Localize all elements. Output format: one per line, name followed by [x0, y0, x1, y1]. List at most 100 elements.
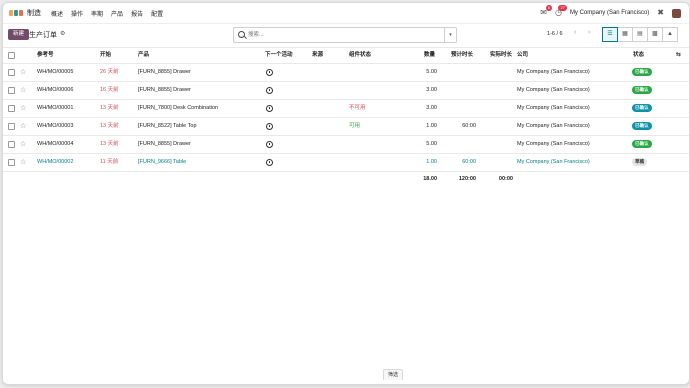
row-product: [FURN_8855] Drawer: [138, 87, 191, 93]
search-dropdown-toggle-icon[interactable]: ▾: [444, 28, 456, 42]
graph-view-icon[interactable]: ▲: [662, 27, 678, 42]
app-switcher[interactable]: 制造: [9, 8, 51, 18]
pager-next-icon[interactable]: ›: [588, 29, 590, 36]
app-name[interactable]: 制造: [27, 8, 41, 18]
company-switcher[interactable]: My Company (San Francisco): [570, 10, 649, 16]
row-quantity: 5.00: [426, 69, 437, 75]
star-icon[interactable]: ☆: [20, 154, 26, 171]
status-badge: 已确认: [632, 140, 652, 148]
table-row[interactable]: ☆ WH/MO/00004 13 天前 [FURN_8855] Drawer 5…: [3, 136, 689, 154]
search-icon: [238, 31, 245, 38]
row-reference: WH/MO/00004: [37, 141, 74, 147]
row-start: 16 天前: [100, 87, 119, 93]
row-checkbox[interactable]: [8, 87, 15, 94]
row-quantity: 1.00: [426, 159, 437, 165]
table-row[interactable]: ☆ WH/MO/00001 13 天前 [FURN_7800] Desk Com…: [3, 100, 689, 118]
new-button[interactable]: 新建: [8, 29, 30, 40]
select-all-checkbox[interactable]: [8, 52, 15, 59]
row-company: My Company (San Francisco): [517, 105, 590, 111]
row-start: 13 天前: [100, 123, 119, 129]
col-start[interactable]: 开始: [100, 48, 111, 63]
row-component-status: 不可用: [349, 105, 366, 111]
messages-badge: 6: [545, 5, 552, 11]
star-icon[interactable]: ☆: [20, 64, 26, 81]
col-source[interactable]: 来源: [312, 48, 323, 63]
pivot-view-icon[interactable]: ▩: [647, 27, 663, 42]
col-expected-duration[interactable]: 预计时长: [451, 48, 473, 63]
star-icon[interactable]: ☆: [20, 100, 26, 117]
row-expected-duration: 60:00: [462, 159, 476, 165]
table-row[interactable]: ☆ WH/MO/00003 13 天前 [FURN_8522] Table To…: [3, 118, 689, 136]
menu-configuration[interactable]: 配置: [151, 9, 163, 18]
filter-tab[interactable]: 筛选: [383, 369, 404, 380]
menu-reporting[interactable]: 报告: [131, 9, 143, 18]
col-product[interactable]: 产品: [138, 48, 149, 63]
status-badge: 已确认: [632, 104, 652, 112]
table-header: 参考号 开始 产品 下一个活动 来源 组件状态 数量 预计时长 实际时长 公司 …: [3, 47, 689, 64]
col-component-status[interactable]: 组件状态: [349, 48, 371, 63]
messages-icon[interactable]: ✉ 6: [540, 5, 552, 17]
menu-planning[interactable]: 率期: [91, 9, 103, 18]
table-row[interactable]: ☆ WH/MO/00002 11 天前 [FURN_9666] Table 1.…: [3, 154, 689, 172]
search-input[interactable]: [248, 30, 438, 39]
activity-clock-icon[interactable]: ◷ 27: [555, 5, 567, 17]
activity-clock-icon[interactable]: [266, 123, 273, 130]
star-icon[interactable]: ☆: [20, 136, 26, 153]
pager-prev-icon[interactable]: ‹: [574, 29, 576, 36]
activity-clock-icon[interactable]: [266, 141, 273, 148]
menu-overview[interactable]: 概述: [51, 9, 63, 18]
col-actual-duration[interactable]: 实际时长: [490, 48, 512, 63]
app-logo-icon: [9, 10, 23, 16]
systray: ✉ 6 ◷ 27 My Company (San Francisco) ✖: [540, 3, 681, 23]
activity-badge: 27: [558, 5, 567, 11]
app-window: 制造 概述 操作 率期 产品 报告 配置 ✉ 6 ◷ 27 My Company (…: [2, 2, 690, 385]
row-reference: WH/MO/00005: [37, 69, 74, 75]
row-checkbox[interactable]: [8, 69, 15, 76]
row-checkbox[interactable]: [8, 123, 15, 130]
row-quantity: 3.00: [426, 87, 437, 93]
optional-columns-icon[interactable]: ⇆: [676, 48, 681, 63]
row-product: [FURN_8522] Table Top: [138, 123, 197, 129]
row-checkbox[interactable]: [8, 105, 15, 112]
activity-clock-icon[interactable]: [266, 69, 273, 76]
menu-products[interactable]: 产品: [111, 9, 123, 18]
star-icon[interactable]: ☆: [20, 82, 26, 99]
activity-clock-icon[interactable]: [266, 87, 273, 94]
table-row[interactable]: ☆ WH/MO/00005 26 天前 [FURN_8855] Drawer 5…: [3, 64, 689, 82]
gear-icon[interactable]: ⚙: [60, 30, 65, 37]
total-expected-duration: 120:00: [458, 176, 476, 182]
row-checkbox[interactable]: [8, 141, 15, 148]
col-company[interactable]: 公司: [517, 48, 528, 63]
col-status[interactable]: 状态: [633, 48, 644, 63]
search-bar: ▾: [233, 27, 457, 43]
activity-clock-icon[interactable]: [266, 105, 273, 112]
list-view-icon[interactable]: ☰: [602, 27, 618, 42]
kanban-view-icon[interactable]: ▦: [617, 27, 633, 42]
row-quantity: 1.00: [426, 123, 437, 129]
col-quantity[interactable]: 数量: [424, 48, 435, 63]
row-checkbox[interactable]: [8, 159, 15, 166]
row-company: My Company (San Francisco): [517, 159, 590, 165]
activity-clock-icon[interactable]: [266, 159, 273, 166]
page-title: 生产订单: [29, 32, 57, 39]
col-reference[interactable]: 参考号: [37, 48, 54, 63]
calendar-view-icon[interactable]: ▤: [632, 27, 648, 42]
pager-value[interactable]: 1-6 / 6: [547, 31, 563, 37]
table-row[interactable]: ☆ WH/MO/00006 16 天前 [FURN_8855] Drawer 3…: [3, 82, 689, 100]
star-icon[interactable]: ☆: [20, 118, 26, 135]
row-reference: WH/MO/00003: [37, 123, 74, 129]
tools-icon[interactable]: ✖: [657, 9, 664, 17]
menu-operations[interactable]: 操作: [71, 9, 83, 18]
status-badge: 已确认: [632, 68, 652, 76]
user-avatar[interactable]: [672, 8, 681, 18]
row-product: [FURN_8855] Drawer: [138, 69, 191, 75]
row-reference: WH/MO/00002: [37, 159, 74, 165]
status-badge: 已确认: [632, 122, 652, 130]
totals-row: 18.00 120:00 00:00: [3, 172, 689, 186]
row-expected-duration: 60:00: [462, 123, 476, 129]
row-reference: WH/MO/00001: [37, 105, 74, 111]
row-company: My Company (San Francisco): [517, 123, 590, 129]
status-badge: 草稿: [632, 158, 647, 166]
row-start: 11 天前: [100, 159, 119, 165]
col-next-activity[interactable]: 下一个活动: [265, 48, 293, 63]
